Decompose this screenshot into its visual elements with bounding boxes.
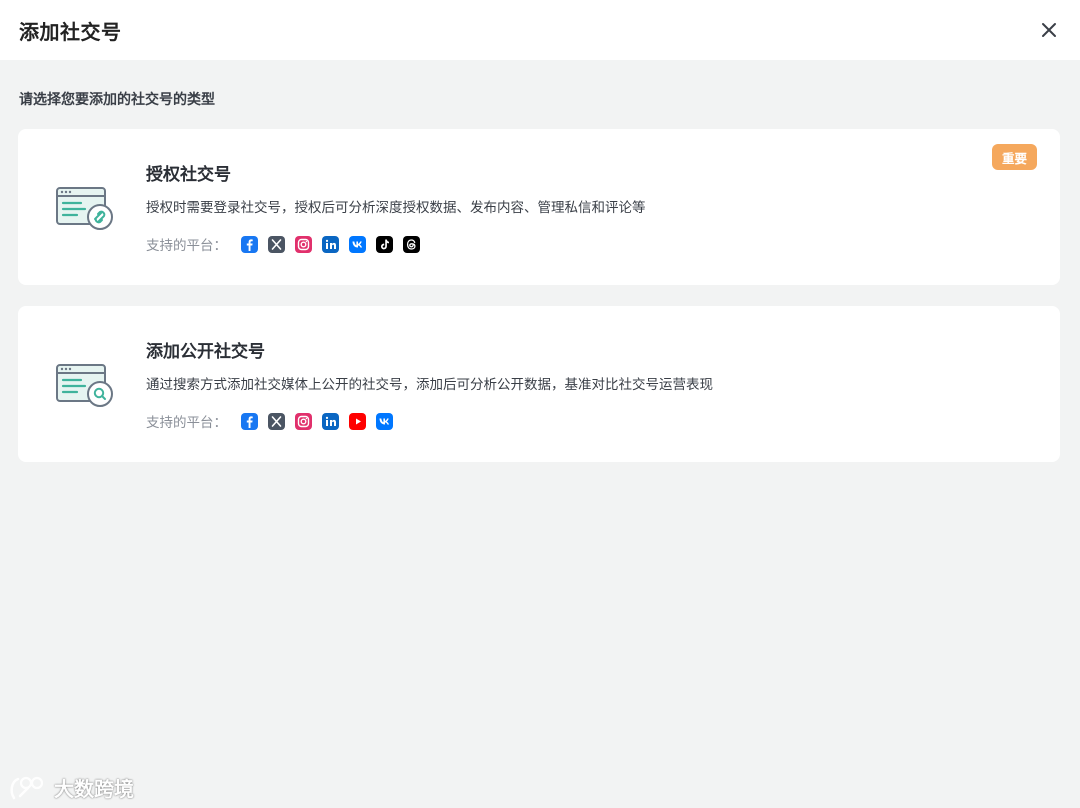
vk-icon xyxy=(349,235,366,253)
dialog-header: 添加社交号 xyxy=(0,0,1080,60)
watermark-text: 大数跨境 xyxy=(54,777,134,801)
facebook-icon xyxy=(241,412,258,430)
watermark-logo-icon xyxy=(10,776,44,799)
x-twitter-icon xyxy=(268,235,285,253)
close-button[interactable] xyxy=(1036,17,1062,43)
card-description: 通过搜索方式添加社交媒体上公开的社交号，添加后可分析公开数据，基准对比社交号运营… xyxy=(146,377,713,393)
platforms-label: 支持的平台： xyxy=(146,238,227,254)
card-title: 授权社交号 xyxy=(146,165,231,185)
instagram-icon xyxy=(295,235,312,253)
window-search-icon xyxy=(56,364,113,407)
card-title: 添加公开社交号 xyxy=(146,342,265,362)
close-icon xyxy=(1042,23,1056,37)
vk-icon xyxy=(376,412,393,430)
youtube-icon xyxy=(349,412,366,430)
authorized-account-card[interactable]: 授权社交号 授权时需要登录社交号，授权后可分析深度授权数据、发布内容、管理私信和… xyxy=(18,129,1060,285)
platforms-label: 支持的平台： xyxy=(146,415,227,431)
tiktok-icon xyxy=(376,235,393,253)
linkedin-icon xyxy=(322,412,339,430)
x-twitter-icon xyxy=(268,412,285,430)
public-account-card[interactable]: 添加公开社交号 通过搜索方式添加社交媒体上公开的社交号，添加后可分析公开数据，基… xyxy=(18,306,1060,462)
type-prompt: 请选择您要添加的社交号的类型 xyxy=(19,92,215,108)
supported-platforms: 支持的平台： xyxy=(146,411,403,431)
dialog-title: 添加社交号 xyxy=(19,19,122,44)
card-description: 授权时需要登录社交号，授权后可分析深度授权数据、发布内容、管理私信和评论等 xyxy=(146,200,646,216)
threads-icon xyxy=(403,235,420,253)
linkedin-icon xyxy=(322,235,339,253)
supported-platforms: 支持的平台： xyxy=(146,234,430,254)
important-badge: 重要 xyxy=(992,144,1037,170)
window-link-icon xyxy=(56,187,113,230)
watermark: 大数跨境 xyxy=(8,773,134,802)
instagram-icon xyxy=(295,412,312,430)
facebook-icon xyxy=(241,235,258,253)
